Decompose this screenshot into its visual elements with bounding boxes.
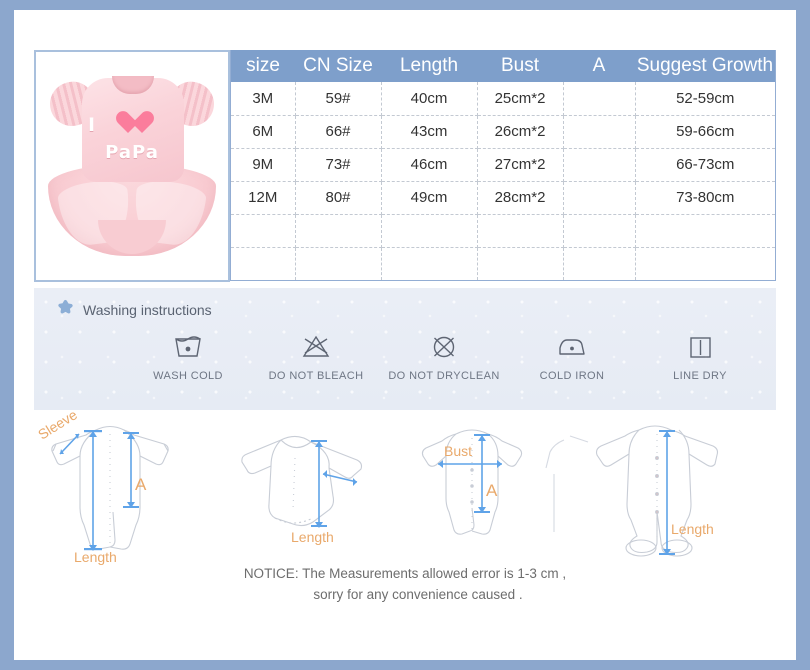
table-body: 3M 59# 40cm 25cm*2 52-59cm 6M 66# 43cm 26cm*2 59-… bbox=[231, 82, 775, 280]
column-header-length: Length bbox=[381, 50, 477, 82]
table-cell: 28cm*2 bbox=[477, 181, 564, 215]
table-cell bbox=[563, 82, 636, 116]
table-cell: 46cm bbox=[381, 148, 478, 182]
care-symbol-list: WASH COLD DO NOT BLEACH DO NOT DRYCLEAN … bbox=[124, 328, 764, 382]
table-cell bbox=[563, 148, 636, 182]
table-cell bbox=[295, 247, 382, 280]
wash-cold-icon bbox=[124, 328, 252, 366]
table-cell bbox=[635, 214, 775, 248]
dim-label-a: A bbox=[135, 475, 147, 494]
table-row: 9M 73# 46cm 27cm*2 66-73cm bbox=[231, 148, 775, 182]
washing-instructions-header: Washing instructions bbox=[56, 298, 212, 322]
table-cell: 40cm bbox=[381, 82, 478, 116]
table-cell bbox=[563, 115, 636, 149]
do-not-bleach-icon bbox=[252, 328, 380, 366]
table-cell: 66-73cm bbox=[635, 148, 775, 182]
column-header-a: A bbox=[563, 50, 635, 82]
table-cell bbox=[231, 214, 296, 248]
table-cell: 9M bbox=[231, 148, 296, 182]
table-cell: 26cm*2 bbox=[477, 115, 564, 149]
table-cell bbox=[563, 247, 636, 280]
table-cell: 52-59cm bbox=[635, 82, 775, 116]
care-caption: DO NOT DRYCLEAN bbox=[388, 370, 500, 382]
line-dry-icon bbox=[636, 328, 764, 366]
dim-label-bust: Bust bbox=[444, 443, 472, 459]
notice-text: NOTICE: The Measurements allowed error i… bbox=[34, 563, 776, 605]
heart-icon bbox=[122, 112, 148, 136]
table-cell: 66# bbox=[295, 115, 382, 149]
content-canvas: I PaPa size CN Size Length Bust A Sugges… bbox=[14, 10, 796, 660]
product-photo: I PaPa bbox=[36, 52, 228, 280]
table-cell: 59# bbox=[295, 82, 382, 116]
table-cell: 73# bbox=[295, 148, 382, 182]
diagram-short-sleeve-romper: Bust A bbox=[404, 412, 589, 567]
table-cell: 73-80cm bbox=[635, 181, 775, 215]
table-cell: 27cm*2 bbox=[477, 148, 564, 182]
table-cell: 43cm bbox=[381, 115, 478, 149]
table-cell bbox=[563, 181, 636, 215]
diagram-footed-sleeper: Length bbox=[589, 412, 779, 567]
care-caption: COLD IRON bbox=[539, 370, 605, 382]
care-caption: WASH COLD bbox=[153, 370, 223, 382]
care-symbol-line-dry: LINE DRY bbox=[636, 328, 764, 382]
dim-label-length: Length bbox=[671, 521, 714, 537]
size-chart-table: size CN Size Length Bust A Suggest Growt… bbox=[230, 50, 776, 281]
page-background: I PaPa size CN Size Length Bust A Sugges… bbox=[0, 0, 810, 670]
table-cell: 3M bbox=[231, 82, 296, 116]
do-not-dryclean-icon bbox=[380, 328, 508, 366]
care-symbol-wash-cold: WASH COLD bbox=[124, 328, 252, 382]
washing-instructions-panel: Washing instructions WASH COLD DO NOT BL… bbox=[34, 288, 776, 410]
washing-instructions-title: Washing instructions bbox=[83, 302, 212, 318]
table-cell: 49cm bbox=[381, 181, 478, 215]
table-cell bbox=[477, 214, 564, 248]
diagram-long-sleeve-footless-romper: Sleeve A Length bbox=[34, 406, 219, 567]
care-caption: LINE DRY bbox=[673, 370, 727, 382]
table-cell bbox=[381, 214, 478, 248]
table-row: 3M 59# 40cm 25cm*2 52-59cm bbox=[231, 82, 775, 116]
table-cell: 12M bbox=[231, 181, 296, 215]
column-header-suggest-growth: Suggest Growth bbox=[635, 50, 775, 82]
table-cell bbox=[635, 247, 775, 280]
column-header-size: size bbox=[231, 50, 295, 82]
notice-line-2: sorry for any convenience caused . bbox=[313, 587, 523, 602]
notice-line-1: NOTICE: The Measurements allowed error i… bbox=[243, 566, 567, 581]
table-row: 6M 66# 43cm 26cm*2 59-66cm bbox=[231, 115, 775, 149]
column-header-bust: Bust bbox=[477, 50, 563, 82]
product-photo-frame: I PaPa bbox=[34, 50, 230, 282]
table-row bbox=[231, 247, 775, 280]
table-cell bbox=[381, 247, 478, 280]
dim-label-sleeve: Sleeve bbox=[35, 412, 80, 443]
table-cell bbox=[563, 214, 636, 248]
dim-label-length: Length bbox=[291, 529, 334, 545]
star-icon bbox=[56, 298, 75, 322]
column-header-cn-size: CN Size bbox=[295, 50, 381, 82]
care-caption: DO NOT BLEACH bbox=[268, 370, 364, 382]
table-cell: 80# bbox=[295, 181, 382, 215]
measurement-diagram-row: Sleeve A Length Length Bust A Length bbox=[34, 406, 779, 567]
care-symbol-do-not-bleach: DO NOT BLEACH bbox=[252, 328, 380, 382]
table-header-row: size CN Size Length Bust A Suggest Growt… bbox=[231, 50, 775, 82]
table-cell bbox=[231, 247, 296, 280]
care-symbol-cold-iron: COLD IRON bbox=[508, 328, 636, 382]
table-row bbox=[231, 214, 775, 248]
table-cell: 25cm*2 bbox=[477, 82, 564, 116]
table-row: 12M 80# 49cm 28cm*2 73-80cm bbox=[231, 181, 775, 215]
table-cell bbox=[477, 247, 564, 280]
table-cell: 59-66cm bbox=[635, 115, 775, 149]
diagram-long-sleeve-bodysuit: Length bbox=[219, 412, 404, 567]
cold-iron-icon bbox=[508, 328, 636, 366]
care-symbol-do-not-dryclean: DO NOT DRYCLEAN bbox=[380, 328, 508, 382]
dim-label-a: A bbox=[486, 481, 498, 500]
table-cell: 6M bbox=[231, 115, 296, 149]
table-cell bbox=[295, 214, 382, 248]
